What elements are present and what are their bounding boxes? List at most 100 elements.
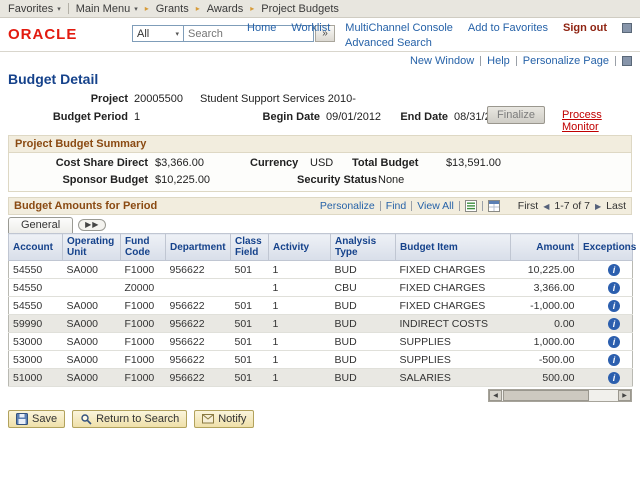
process-monitor-link[interactable]: Process Monitor — [562, 109, 640, 133]
finalize-button[interactable]: Finalize — [487, 106, 545, 124]
col-activity[interactable]: Activity — [268, 233, 331, 261]
notify-button[interactable]: Notify — [194, 410, 255, 428]
total-budget-label: Total Budget — [352, 157, 419, 169]
cell-amount: 3,366.00 — [510, 278, 579, 297]
total-budget-value: $13,591.00 — [445, 157, 501, 169]
table-row: 59990 SA000 F1000 956622 501 1 BUD INDIR… — [8, 314, 633, 333]
return-to-search-button[interactable]: Return to Search — [72, 410, 188, 428]
table-row: 53000 SA000 F1000 956622 501 1 BUD SUPPL… — [8, 350, 633, 369]
scroll-left-icon[interactable]: ◀ — [489, 390, 502, 401]
col-amount[interactable]: Amount — [510, 233, 579, 261]
app-header: ORACLE All ▾ » Advanced Search Home Work… — [0, 18, 640, 52]
multichannel-console-link[interactable]: MultiChannel Console — [345, 22, 453, 34]
main-menu[interactable]: Main Menu ▾ — [76, 3, 138, 15]
exception-info-icon[interactable]: i — [608, 353, 620, 366]
col-analysis-type[interactable]: Analysis Type — [330, 233, 396, 261]
sign-out-link[interactable]: Sign out — [563, 22, 607, 34]
copy-url-icon[interactable] — [622, 56, 632, 66]
table-row: 54550 Z0000 1 CBU FIXED CHARGES 3,366.00… — [8, 278, 633, 297]
budget-period-label: Budget Period — [52, 111, 128, 123]
project-name: Student Support Services 2010- — [200, 93, 356, 105]
show-all-columns-icon[interactable]: ▶▶ — [78, 219, 107, 231]
header-menu-icon[interactable] — [622, 23, 632, 33]
save-button[interactable]: Save — [8, 410, 66, 428]
last-link[interactable]: Last — [606, 200, 626, 212]
cell-budget-item: INDIRECT COSTS — [395, 314, 511, 333]
col-budget-item[interactable]: Budget Item — [395, 233, 511, 261]
exception-info-icon[interactable]: i — [608, 263, 620, 276]
help-link[interactable]: Help — [487, 55, 510, 67]
personalize-page-link[interactable]: Personalize Page — [523, 55, 609, 67]
exception-info-icon[interactable]: i — [608, 335, 620, 348]
breadcrumb-project-budgets[interactable]: Project Budgets — [261, 3, 339, 15]
breadcrumb-grants[interactable]: Grants — [156, 3, 189, 15]
sponsor-budget-value: $10,225.00 — [155, 174, 211, 186]
summary-body: Cost Share Direct $3,366.00 Currency USD… — [9, 153, 631, 191]
horizontal-scrollbar[interactable]: ◀ ▶ — [488, 389, 632, 402]
cell-operating-unit: SA000 — [62, 350, 121, 369]
cell-analysis-type: BUD — [330, 350, 396, 369]
chevron-down-icon: ▾ — [57, 5, 61, 13]
next-row-icon[interactable]: ▶ — [595, 202, 601, 211]
cell-fund-code: F1000 — [120, 332, 166, 351]
exception-info-icon[interactable]: i — [608, 281, 620, 294]
new-window-link[interactable]: New Window — [410, 55, 474, 67]
add-to-favorites-link[interactable]: Add to Favorites — [468, 22, 548, 34]
personalize-link[interactable]: Personalize — [320, 200, 375, 212]
col-class-field[interactable]: Class Field — [230, 233, 269, 261]
toolbar-divider — [480, 56, 482, 66]
cell-operating-unit: SA000 — [62, 332, 121, 351]
notify-button-label: Notify — [218, 413, 247, 425]
begin-date-value: 09/01/2012 — [326, 111, 382, 123]
grid-tab-row: General ▶▶ — [8, 215, 632, 233]
favorites-menu[interactable]: Favorites ▾ — [8, 3, 61, 15]
cell-amount: 10,225.00 — [510, 260, 579, 279]
cell-amount: 0.00 — [510, 314, 579, 333]
toolbar-divider — [481, 201, 483, 211]
cell-amount: -1,000.00 — [510, 296, 579, 315]
cell-operating-unit: SA000 — [62, 260, 121, 279]
grid-section-header: Budget Amounts for Period Personalize Fi… — [8, 197, 632, 215]
cell-class-field: 501 — [230, 332, 269, 351]
grid-title: Budget Amounts for Period — [14, 200, 158, 212]
scrollbar-thumb[interactable] — [503, 390, 589, 401]
col-account[interactable]: Account — [8, 233, 63, 261]
cell-exceptions: i — [578, 368, 633, 387]
cell-analysis-type: BUD — [330, 296, 396, 315]
security-status-label: Security Status — [297, 174, 378, 186]
chevron-down-icon: ▾ — [175, 30, 179, 38]
end-date-label: End Date — [400, 111, 448, 123]
cell-department: 956622 — [165, 368, 231, 387]
exception-info-icon[interactable]: i — [608, 317, 620, 330]
row-range: 1-7 of 7 — [554, 200, 590, 212]
first-link[interactable]: First — [518, 200, 538, 212]
currency-value: USD — [310, 157, 334, 169]
cell-amount: 500.00 — [510, 368, 579, 387]
toolbar-divider — [515, 56, 517, 66]
breadcrumb-awards[interactable]: Awards — [207, 3, 243, 15]
return-to-search-icon — [81, 414, 92, 425]
worklist-link[interactable]: Worklist — [291, 22, 330, 34]
budget-grid: Account Operating Unit Fund Code Departm… — [8, 233, 636, 387]
col-department[interactable]: Department — [165, 233, 231, 261]
cell-department: 956622 — [165, 332, 231, 351]
col-operating-unit[interactable]: Operating Unit — [62, 233, 121, 261]
scroll-right-icon[interactable]: ▶ — [618, 390, 631, 401]
exception-info-icon[interactable]: i — [608, 371, 620, 384]
exception-info-icon[interactable]: i — [608, 299, 620, 312]
cell-account: 51000 — [8, 368, 63, 387]
advanced-search-link[interactable]: Advanced Search — [345, 37, 432, 49]
tab-general[interactable]: General — [8, 217, 74, 233]
previous-row-icon[interactable]: ◀ — [543, 202, 549, 211]
col-fund-code[interactable]: Fund Code — [120, 233, 166, 261]
find-link[interactable]: Find — [386, 200, 406, 212]
grid-popup-icon[interactable] — [487, 200, 500, 212]
home-link[interactable]: Home — [247, 22, 276, 34]
view-all-link[interactable]: View All — [417, 200, 454, 212]
project-budget-summary: Project Budget Summary Cost Share Direct… — [8, 135, 632, 192]
project-header: Project 20005500 Student Support Service… — [0, 91, 640, 133]
cell-fund-code: Z0000 — [120, 278, 166, 297]
download-to-excel-icon[interactable] — [464, 200, 477, 212]
search-scope-select[interactable]: All ▾ — [132, 25, 184, 42]
cell-activity: 1 — [268, 350, 331, 369]
